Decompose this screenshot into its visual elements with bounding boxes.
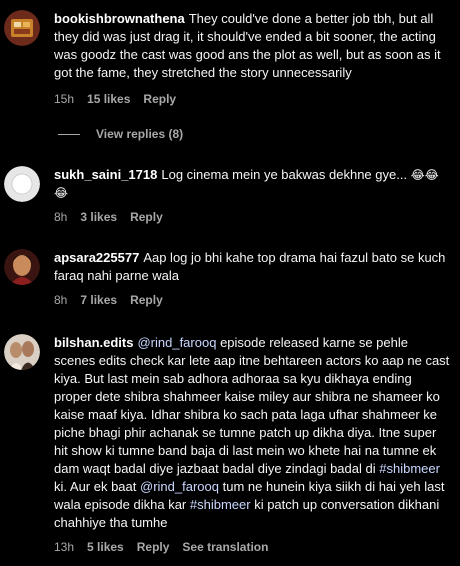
mention-link[interactable]: @rind_farooq	[137, 335, 216, 350]
comment-time: 8h	[54, 210, 68, 224]
reply-button[interactable]: Reply	[130, 293, 163, 307]
avatar[interactable]	[4, 10, 40, 46]
hashtag-link[interactable]: #shibmeer	[190, 497, 251, 512]
avatar[interactable]	[4, 249, 40, 285]
avatar[interactable]	[4, 334, 40, 370]
comment-body: episode released karne se pehle scenes e…	[54, 335, 450, 476]
comment-text: apsara225577 Aap log jo bhi kahe top dram…	[54, 249, 450, 285]
comment-time: 8h	[54, 293, 68, 307]
likes-count[interactable]: 15 likes	[87, 92, 130, 106]
avatar[interactable]	[4, 166, 40, 202]
comment-text: bookishbrownathena They could've done a b…	[54, 10, 450, 82]
hashtag-link[interactable]: #shibmeer	[379, 461, 440, 476]
view-replies-label[interactable]: View replies (8)	[96, 127, 183, 141]
comment-username[interactable]: bookishbrownathena	[54, 11, 185, 26]
comment-username[interactable]: bilshan.edits	[54, 335, 133, 350]
divider-line	[58, 133, 80, 135]
likes-count[interactable]: 3 likes	[80, 210, 117, 224]
see-translation-button[interactable]: See translation	[182, 540, 268, 554]
mention-link[interactable]: @rind_farooq	[140, 479, 219, 494]
comment-username[interactable]: apsara225577	[54, 250, 139, 265]
comment-username[interactable]: sukh_saini_1718	[54, 167, 157, 182]
reply-button[interactable]: Reply	[143, 92, 176, 106]
likes-count[interactable]: 5 likes	[87, 540, 124, 554]
comment-text: bilshan.edits @rind_farooq episode releas…	[54, 334, 450, 532]
comment-body: ki. Aur ek baat	[54, 479, 137, 494]
comment-time: 15h	[54, 92, 75, 106]
comment-body: Log cinema mein ye bakwas dekhne gye...	[161, 167, 408, 182]
view-replies-button[interactable]: View replies (8)	[58, 127, 183, 141]
reply-button[interactable]: Reply	[130, 210, 163, 224]
likes-count[interactable]: 7 likes	[80, 293, 117, 307]
comment-time: 13h	[54, 540, 75, 554]
comment-text: sukh_saini_1718 Log cinema mein ye bakwas…	[54, 166, 450, 202]
reply-button[interactable]: Reply	[137, 540, 170, 554]
